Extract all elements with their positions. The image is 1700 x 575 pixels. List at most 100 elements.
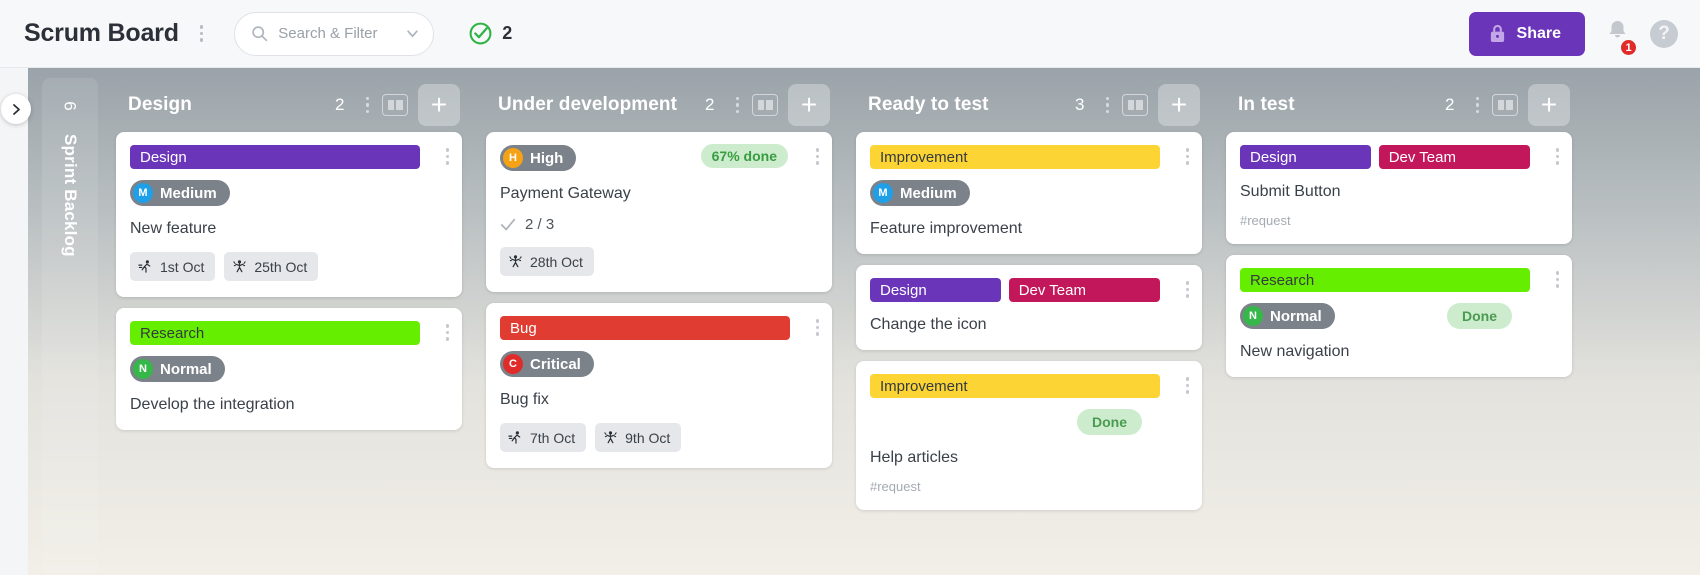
add-card-button[interactable]: + — [1528, 84, 1570, 126]
board-menu-button[interactable] — [193, 19, 211, 48]
column-cards: Design Dev Team Submit Button #request R… — [1226, 132, 1572, 377]
column-card-count: 2 — [705, 95, 715, 114]
notifications-button[interactable]: 1 — [1601, 14, 1638, 57]
card-label: Improvement — [870, 145, 1160, 169]
end-date-text: 25th Oct — [254, 258, 308, 275]
page-title: Scrum Board — [24, 19, 179, 47]
column-header: Under development 2 + — [486, 78, 832, 132]
card-subtask-progress: 2 / 3 — [500, 216, 818, 233]
add-card-button[interactable]: + — [788, 84, 830, 126]
checkmark-icon — [500, 218, 516, 230]
status-badge: Done — [1447, 303, 1512, 329]
end-date-icon — [604, 431, 617, 444]
card-dates: 1st Oct 25th Oct — [130, 252, 448, 281]
card[interactable]: Improvement M Medium Feature improvement — [856, 132, 1202, 254]
card[interactable]: Research N Normal Develop the integratio… — [116, 308, 462, 430]
card[interactable]: Design Dev Team Submit Button #request — [1226, 132, 1572, 244]
column-cards: Improvement M Medium Feature improvement… — [856, 132, 1202, 510]
search-placeholder-text: Search & Filter — [278, 25, 378, 42]
card[interactable]: Bug C Critical Bug fix 7th Oct 9th Oct — [486, 303, 832, 468]
column-card-count: 2 — [335, 95, 345, 114]
card-menu-button[interactable] — [1549, 265, 1567, 294]
card-label: Research — [1240, 268, 1530, 292]
column-layout-toggle-icon[interactable] — [382, 94, 408, 116]
card-labels: Design Dev Team — [1240, 145, 1558, 169]
end-date-chip[interactable]: 9th Oct — [595, 423, 682, 452]
priority-label: Normal — [1270, 307, 1322, 325]
column-layout-toggle-icon[interactable] — [1492, 94, 1518, 116]
collapsed-column-sprint-backlog[interactable]: 6 Sprint Backlog — [42, 78, 98, 575]
priority-letter: C — [503, 354, 523, 374]
priority-letter: M — [873, 183, 893, 203]
start-date-chip[interactable]: 1st Oct — [130, 252, 216, 281]
card-title: New navigation — [1240, 343, 1350, 360]
card-menu-button[interactable] — [439, 318, 457, 347]
card-menu-button[interactable] — [1179, 275, 1197, 304]
card-menu-button[interactable] — [1179, 371, 1197, 400]
card[interactable]: Design M Medium New feature 1st Oct 25th… — [116, 132, 462, 297]
card-labels: Design — [130, 145, 448, 169]
card[interactable]: Design Dev Team Change the icon — [856, 265, 1202, 350]
collapsed-column-title: Sprint Backlog — [61, 134, 80, 257]
search-input[interactable]: Search & Filter — [234, 11, 435, 56]
priority-label: Critical — [530, 355, 581, 373]
column-title: Design — [128, 94, 192, 115]
card-status-row: Done — [870, 409, 1188, 435]
progress-badge: 67% done — [700, 144, 788, 168]
completed-tasks-indicator[interactable]: 2 — [468, 21, 512, 46]
card-tag[interactable]: #request — [870, 479, 1188, 494]
column-layout-toggle-icon[interactable] — [1122, 94, 1148, 116]
collapsed-column-count: 6 — [61, 101, 80, 111]
card-label: Design — [1240, 145, 1371, 169]
priority-letter: N — [133, 359, 153, 379]
priority-letter: M — [133, 183, 153, 203]
end-date-chip[interactable]: 25th Oct — [224, 252, 319, 281]
card[interactable]: Research N Normal Done New navigation — [1226, 255, 1572, 377]
card-menu-button[interactable] — [1549, 142, 1567, 171]
share-button[interactable]: Share — [1468, 11, 1585, 56]
column-layout-toggle-icon[interactable] — [752, 94, 778, 116]
chevron-down-icon[interactable] — [406, 27, 419, 40]
start-date-chip[interactable]: 7th Oct — [500, 423, 587, 452]
help-icon[interactable]: ? — [1650, 19, 1678, 48]
card[interactable]: 67% done H High Payment Gateway 2 / 3 28… — [486, 132, 832, 292]
lock-icon — [1490, 24, 1504, 42]
expand-sidebar-button[interactable] — [1, 94, 31, 124]
card-priority-badge: C Critical — [500, 351, 594, 377]
card-menu-button[interactable] — [809, 313, 827, 342]
board-canvas: 6 Sprint Backlog Design 2 + Design M Med… — [0, 68, 1700, 575]
help-icon-label: ? — [1658, 22, 1670, 44]
end-date-chip[interactable]: 28th Oct — [500, 247, 594, 276]
card-labels: Improvement — [870, 374, 1188, 398]
card-menu-button[interactable] — [809, 142, 827, 171]
add-card-button[interactable]: + — [418, 84, 460, 126]
start-date-text: 1st Oct — [160, 258, 205, 275]
card-label: Dev Team — [1378, 145, 1530, 169]
card-title: Submit Button — [1240, 183, 1341, 200]
add-card-button[interactable]: + — [1158, 84, 1200, 126]
header-actions: Share 1 ? — [1468, 11, 1678, 57]
column-header: Design 2 + — [116, 78, 462, 132]
end-date-text: 28th Oct — [530, 253, 583, 270]
column-menu-button[interactable] — [1469, 91, 1487, 120]
card-label: Design — [130, 145, 420, 169]
card-label: Design — [870, 278, 1001, 302]
column-card-count: 3 — [1075, 95, 1085, 114]
column-menu-button[interactable] — [359, 91, 377, 120]
priority-label: Normal — [160, 360, 212, 378]
card-label: Dev Team — [1008, 278, 1160, 302]
status-badge: Done — [1077, 409, 1142, 435]
card-menu-button[interactable] — [439, 142, 457, 171]
column-title: Ready to test — [868, 94, 989, 115]
card-tag[interactable]: #request — [1240, 213, 1558, 228]
card-label: Bug — [500, 316, 790, 340]
card[interactable]: Improvement Done Help articles #request — [856, 361, 1202, 510]
share-button-label: Share — [1516, 24, 1561, 42]
column-title: Under development — [498, 94, 678, 115]
card-menu-button[interactable] — [1179, 142, 1197, 171]
card-priority-badge: M Medium — [130, 180, 230, 206]
completed-count: 2 — [502, 23, 513, 43]
start-date-icon — [508, 431, 521, 444]
column-menu-button[interactable] — [729, 91, 747, 120]
column-menu-button[interactable] — [1099, 91, 1117, 120]
